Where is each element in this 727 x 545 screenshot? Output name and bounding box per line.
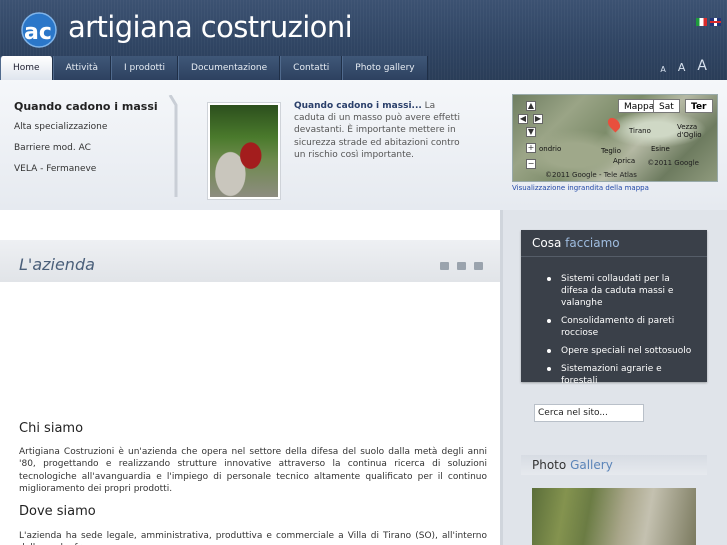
map-enlarge-link[interactable]: Visualizzazione ingrandita della mappa xyxy=(512,184,649,192)
font-medium-button[interactable]: A xyxy=(678,61,686,74)
map-zoom-in-icon[interactable]: + xyxy=(526,143,536,153)
logo-icon[interactable]: ac xyxy=(16,12,62,48)
map-pan-down-icon[interactable]: ▼ xyxy=(526,127,536,137)
teaser-image[interactable] xyxy=(207,102,281,200)
font-large-button[interactable]: A xyxy=(697,58,707,74)
sub-menu-item[interactable]: Barriere mod. AC xyxy=(14,143,158,153)
map-marker-icon[interactable] xyxy=(605,115,623,133)
teaser-headline[interactable]: Quando cadono i massi... xyxy=(294,101,422,111)
main-nav: Home Attività I prodotti Documentazione … xyxy=(0,56,428,80)
logo-text[interactable]: artigiana costruzioni xyxy=(68,10,353,44)
page-title: L'azienda xyxy=(19,255,95,274)
tab-documentazione[interactable]: Documentazione xyxy=(178,56,281,80)
section-body: Artigiana Costruzioni è un'azienda che o… xyxy=(19,447,487,495)
tab-prodotti[interactable]: I prodotti xyxy=(111,56,179,80)
sub-menu-item[interactable]: VELA - Fermaneve xyxy=(14,164,158,174)
tab-attivita[interactable]: Attività xyxy=(52,56,112,80)
divider-chevron-icon xyxy=(168,95,178,197)
svg-text:ac: ac xyxy=(24,20,52,45)
map-label: Tirano xyxy=(629,127,651,135)
map-label: Teglio xyxy=(601,147,622,155)
services-title: Cosa facciamo xyxy=(532,236,620,250)
email-icon[interactable] xyxy=(474,262,483,270)
sub-menu-item[interactable]: Alta specializzazione xyxy=(14,122,158,132)
pdf-icon[interactable] xyxy=(440,262,449,270)
map-credit: ©2011 Google - Tele Atlas xyxy=(545,171,637,179)
font-size-controls: A A A xyxy=(660,58,707,74)
section-heading: Dove siamo xyxy=(19,504,96,519)
uk-flag-icon[interactable] xyxy=(710,18,721,26)
map-pan-left-icon[interactable]: ◀ xyxy=(518,114,528,124)
sub-menu-title[interactable]: Quando cadono i massi xyxy=(14,100,158,113)
map-type-sat[interactable]: Sat xyxy=(653,99,680,113)
services-list: Sistemi collaudati per la difesa da cadu… xyxy=(545,273,697,393)
font-small-button[interactable]: A xyxy=(660,65,665,74)
teaser-text: Quando cadono i massi... La caduta di un… xyxy=(294,100,462,161)
tab-contatti[interactable]: Contatti xyxy=(280,56,343,80)
map-zoom-out-icon[interactable]: − xyxy=(526,159,536,169)
it-flag-icon[interactable] xyxy=(696,18,707,26)
gallery-title: Photo Gallery xyxy=(532,458,613,472)
list-item[interactable]: Opere speciali nel sottosuolo xyxy=(545,345,697,357)
tab-photo-gallery[interactable]: Photo gallery xyxy=(342,56,428,80)
sub-menu: Quando cadono i massi Alta specializzazi… xyxy=(14,100,158,185)
services-box: Cosa facciamo Sistemi collaudati per la … xyxy=(521,230,707,386)
list-item[interactable]: Sistemazioni agrarie e forestali xyxy=(545,363,697,387)
map-pan-up-icon[interactable]: ▲ xyxy=(526,101,536,111)
map-label: Aprica xyxy=(613,157,636,165)
map-label: ondrio xyxy=(539,145,562,153)
print-icon[interactable] xyxy=(457,262,466,270)
list-item[interactable]: Sistemi collaudati per la difesa da cadu… xyxy=(545,273,697,309)
language-switcher xyxy=(696,18,721,26)
map-label: Vezza d'Oglio xyxy=(677,123,702,139)
map-type-ter[interactable]: Ter xyxy=(685,99,713,113)
gallery-image[interactable] xyxy=(532,488,696,545)
map-widget[interactable]: Mappa Sat Ter ▲ ◀ ▶ ▼ + − Tirano Teglio … xyxy=(512,94,718,182)
list-item[interactable]: Consolidamento di pareti rocciose xyxy=(545,315,697,339)
map-google-credit: ©2011 Google xyxy=(647,159,699,167)
map-label: Esine xyxy=(651,145,670,153)
search-input[interactable] xyxy=(534,404,644,422)
map-pan-right-icon[interactable]: ▶ xyxy=(533,114,543,124)
section-body: L'azienda ha sede legale, amministrativa… xyxy=(19,531,487,545)
tab-home[interactable]: Home xyxy=(0,56,53,80)
article-tools xyxy=(440,262,483,270)
section-heading: Chi siamo xyxy=(19,421,84,436)
